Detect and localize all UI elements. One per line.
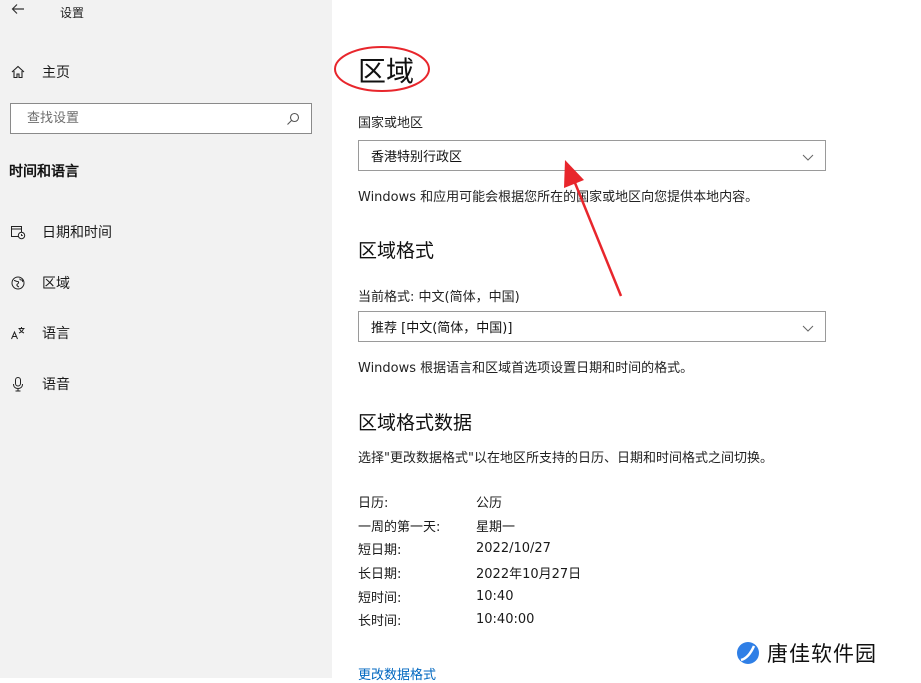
sidebar-item-home[interactable]: 主页: [10, 58, 310, 86]
format-dropdown[interactable]: 推荐 [中文(简体，中国)]: [358, 311, 826, 342]
sidebar-item-region[interactable]: 区域: [10, 268, 310, 298]
sidebar-item-speech[interactable]: 语音: [10, 369, 310, 399]
sidebar-item-label: 语音: [42, 377, 70, 393]
data-row: 一周的第一天: 星期一: [358, 514, 581, 538]
country-dropdown[interactable]: 香港特别行政区: [358, 140, 826, 171]
sidebar-item-label: 语言: [42, 326, 70, 342]
sidebar-item-label: 区域: [42, 276, 70, 292]
data-key: 短时间:: [358, 590, 402, 606]
search-input[interactable]: [25, 110, 285, 127]
country-value: 香港特别行政区: [371, 150, 463, 165]
data-value: 2022年10月27日: [476, 567, 582, 583]
home-icon: [10, 64, 26, 80]
calendar-clock-icon: [10, 224, 26, 240]
back-arrow-icon[interactable]: [8, 2, 28, 22]
sidebar-home-label: 主页: [42, 65, 70, 81]
sidebar: 设置 主页 时间和语言 日期和时间 区域 语言 语音: [0, 0, 332, 678]
format-data-heading: 区域格式数据: [358, 412, 473, 434]
format-data-description: 选择"更改数据格式"以在地区所支持的日历、日期和时间格式之间切换。: [358, 451, 773, 466]
data-row: 短日期: 2022/10/27: [358, 537, 581, 561]
format-data-list: 日历: 公历 一周的第一天: 星期一 短日期: 2022/10/27 长日期: …: [358, 490, 581, 632]
data-row: 短时间: 10:40: [358, 584, 581, 608]
chevron-down-icon: [801, 320, 815, 334]
annotation-circle: [334, 46, 430, 92]
change-data-format-link[interactable]: 更改数据格式: [358, 664, 436, 683]
globe-region-icon: [10, 275, 26, 291]
data-key: 长时间:: [358, 614, 402, 630]
language-icon: [10, 325, 26, 341]
country-label: 国家或地区: [358, 116, 424, 131]
sidebar-item-date-time[interactable]: 日期和时间: [10, 217, 310, 247]
format-value: 推荐 [中文(简体，中国)]: [371, 321, 513, 336]
data-value: 公历: [476, 496, 503, 512]
sidebar-item-label: 日期和时间: [42, 225, 112, 241]
format-heading: 区域格式: [358, 240, 435, 262]
data-key: 日历:: [358, 496, 389, 512]
current-format-label: 当前格式: 中文(简体，中国): [358, 290, 520, 305]
section-heading: 时间和语言: [9, 164, 79, 180]
format-description: Windows 根据语言和区域首选项设置日期和时间的格式。: [358, 361, 694, 376]
app-title: 设置: [60, 6, 85, 20]
search-box[interactable]: [10, 103, 312, 134]
microphone-icon: [10, 376, 26, 392]
chevron-down-icon: [801, 149, 815, 163]
data-row: 长日期: 2022年10月27日: [358, 561, 581, 585]
data-value: 2022/10/27: [476, 541, 551, 557]
data-key: 长日期:: [358, 567, 402, 583]
data-row: 长时间: 10:40:00: [358, 608, 581, 632]
watermark: 唐佳软件园: [735, 638, 877, 668]
data-row: 日历: 公历: [358, 490, 581, 514]
search-icon[interactable]: [285, 111, 301, 127]
data-value: 10:40:00: [476, 612, 535, 628]
data-value: 10:40: [476, 588, 514, 604]
country-description: Windows 和应用可能会根据您所在的国家或地区向您提供本地内容。: [358, 190, 759, 205]
data-value: 星期一: [476, 519, 516, 535]
data-key: 一周的第一天:: [358, 519, 441, 535]
watermark-text: 唐佳软件园: [767, 642, 877, 666]
watermark-logo-icon: [735, 640, 761, 666]
sidebar-item-language[interactable]: 语言: [10, 318, 310, 348]
data-key: 短日期:: [358, 543, 402, 559]
